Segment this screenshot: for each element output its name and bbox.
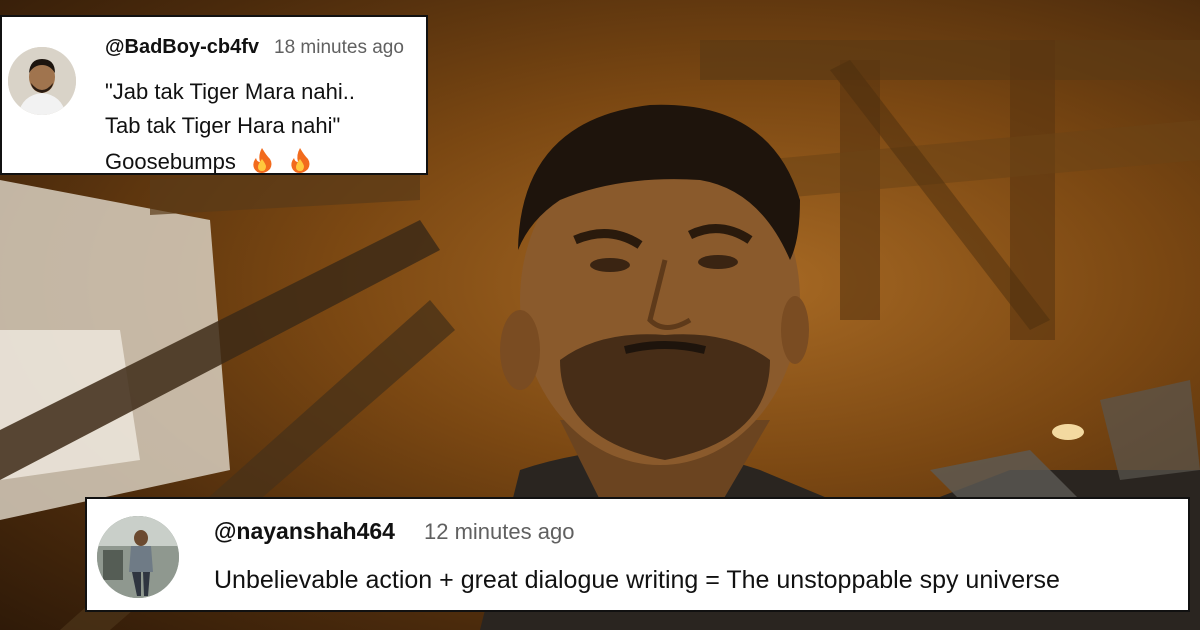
fire-icon — [288, 147, 312, 179]
comment-text-line: Tab tak Tiger Hara nahi" — [105, 113, 341, 138]
comment-author[interactable]: @BadBoy-cb4fv — [105, 36, 259, 59]
comment-timestamp[interactable]: 18 minutes ago — [274, 37, 404, 59]
comment-text-line: "Jab tak Tiger Mara nahi.. — [105, 79, 355, 104]
comment-timestamp[interactable]: 12 minutes ago — [424, 519, 574, 545]
comment-card-1: @BadBoy-cb4fv 18 minutes ago "Jab tak Ti… — [0, 15, 428, 175]
user-avatar-icon — [8, 47, 76, 115]
avatar[interactable] — [8, 47, 76, 115]
user-avatar-icon — [97, 516, 179, 598]
comment-card-2: @nayanshah464 12 minutes ago Unbelievabl… — [85, 497, 1190, 612]
comment-author[interactable]: @nayanshah464 — [214, 518, 395, 545]
comment-text-line: Unbelievable action + great dialogue wri… — [214, 566, 1060, 594]
fire-icon — [250, 147, 274, 179]
avatar[interactable] — [97, 516, 179, 598]
comment-text-line-with-emoji: Goosebumps — [105, 147, 312, 179]
comment-text-line: Goosebumps — [105, 148, 236, 174]
